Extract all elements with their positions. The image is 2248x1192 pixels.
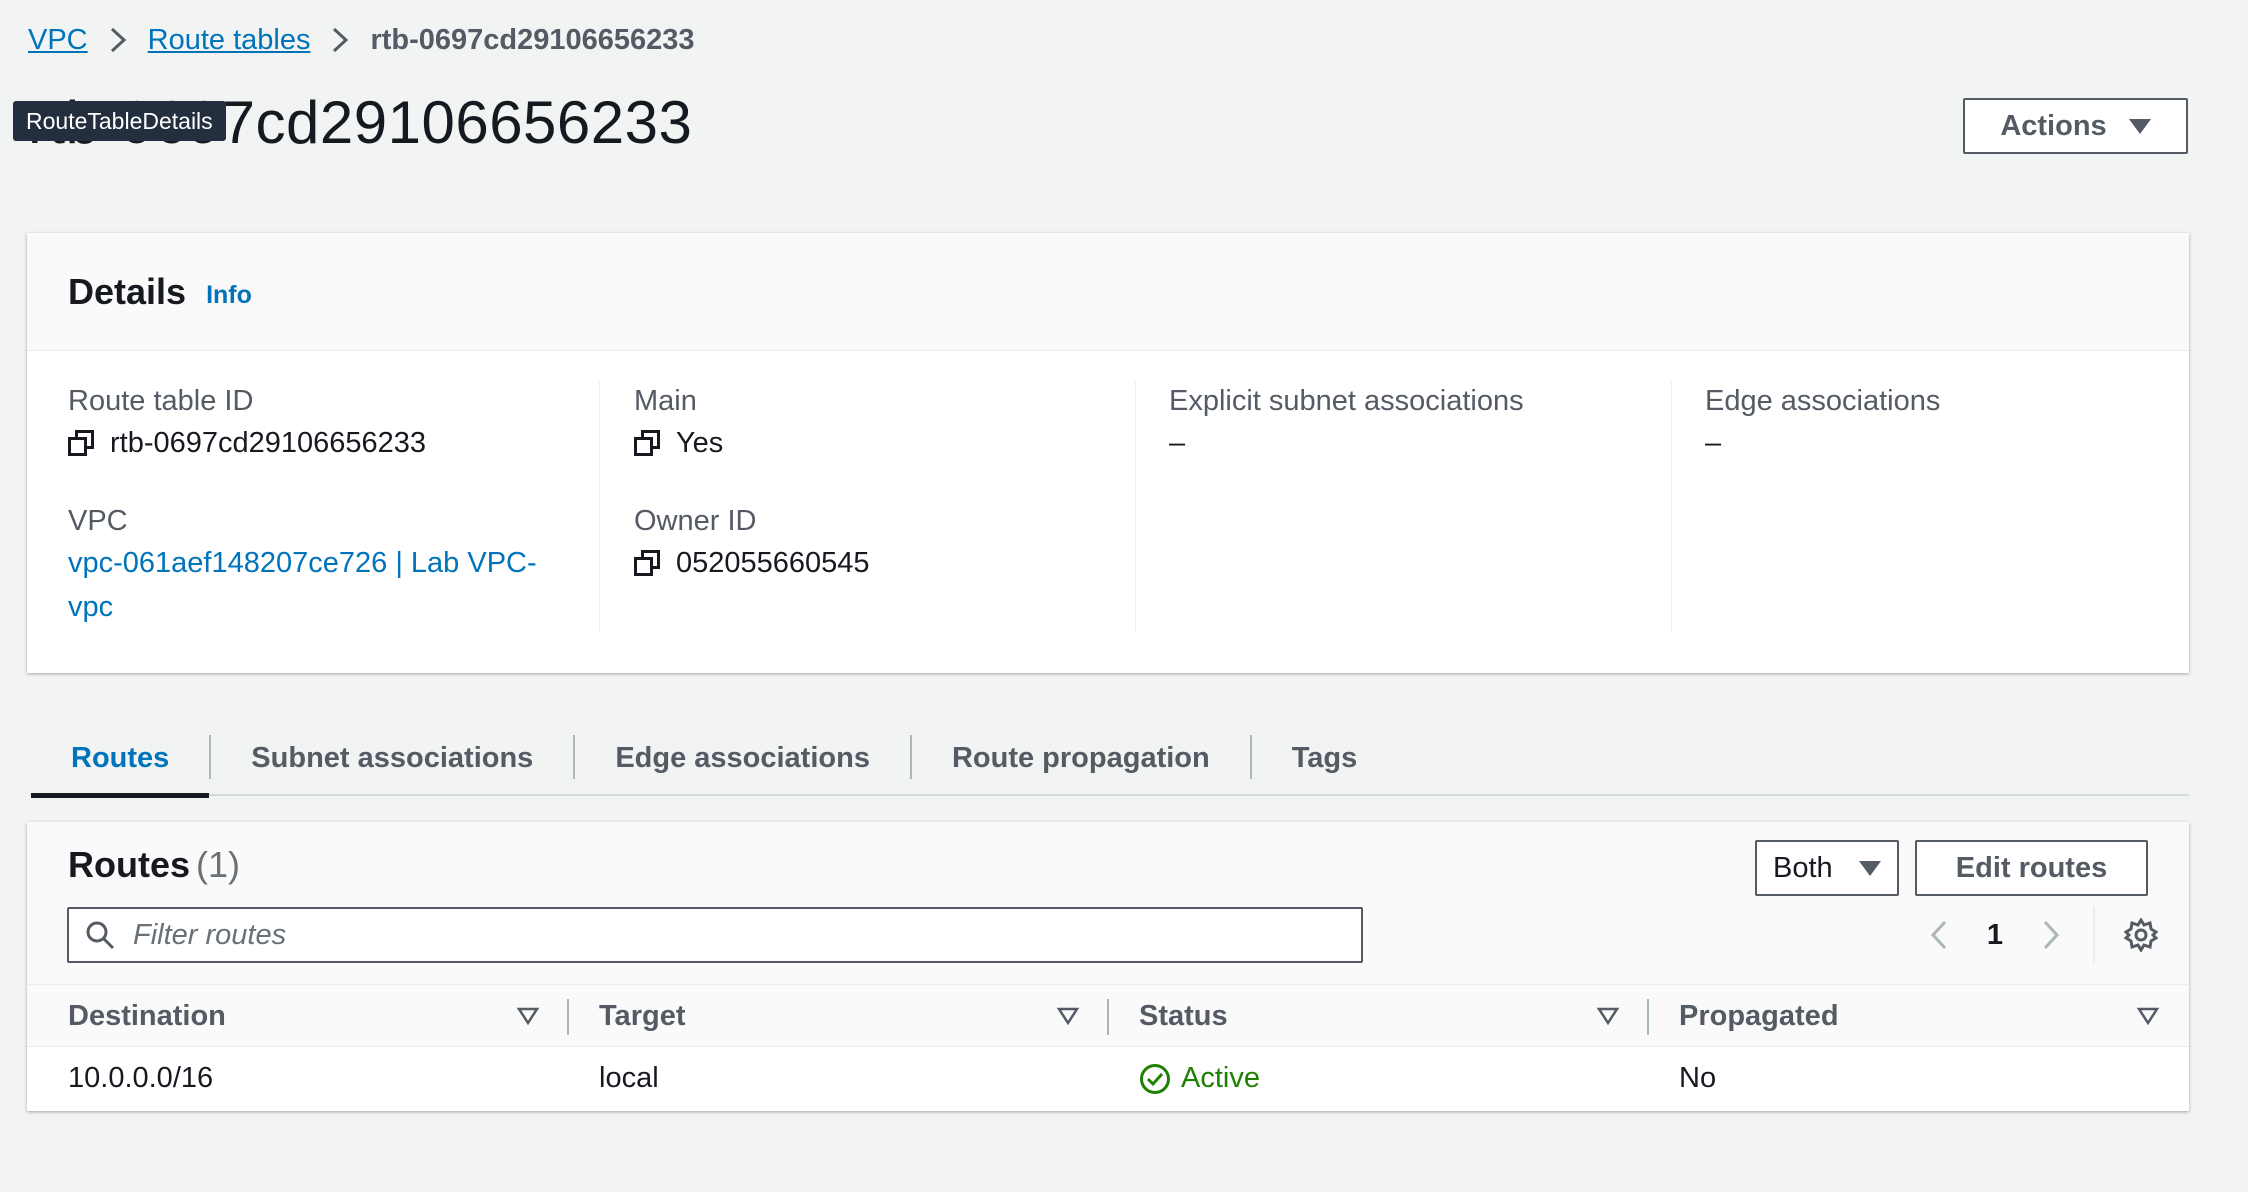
tooltip: RouteTableDetails [13, 101, 226, 141]
cell-destination: 10.0.0.0/16 [68, 1062, 214, 1094]
explicit-subnet-value: – [1169, 426, 1186, 459]
details-heading: Details [68, 270, 187, 312]
copy-icon[interactable] [68, 430, 94, 456]
tab-subnet-associations[interactable]: Subnet associations [211, 720, 573, 796]
cell-status: Active [1139, 1047, 1260, 1110]
route-table-id-label: Route table ID [68, 385, 254, 417]
gear-icon [2124, 918, 2158, 952]
filter-routes-field[interactable] [67, 907, 1363, 963]
vpc-link-line1: vpc-061aef148207ce726 | Lab VPC- [68, 547, 537, 579]
column-status[interactable]: Status [1139, 985, 1228, 1047]
vpc-link[interactable]: vpc-061aef148207ce726 | Lab VPC- vpc [68, 541, 568, 629]
owner-id-label: Owner ID [634, 505, 757, 537]
tab-tags[interactable]: Tags [1252, 720, 1398, 796]
edge-associations-value: – [1705, 426, 1722, 459]
routes-title: Routes [68, 844, 191, 885]
cell-propagated: No [1679, 1062, 1717, 1094]
vpc-link-line2: vpc [68, 591, 114, 623]
main-field: Yes [634, 421, 1135, 465]
preferences-button[interactable] [2113, 907, 2169, 963]
details-header: Details Info [27, 233, 2189, 351]
routes-table-header: Destination Target Status Propagated [27, 985, 2189, 1047]
sort-icon[interactable] [1596, 1004, 1620, 1028]
tab-edge-associations[interactable]: Edge associations [575, 720, 910, 796]
check-circle-icon [1140, 1063, 1170, 1094]
table-row[interactable]: 10.0.0.0/16 local Active No [27, 1047, 2189, 1110]
caret-down-icon [1858, 860, 1881, 876]
edge-associations-label: Edge associations [1705, 385, 1941, 417]
status-value: Active [1181, 1062, 1260, 1094]
chevron-right-icon [88, 26, 148, 54]
chevron-right-icon [310, 26, 370, 54]
column-divider[interactable] [1647, 999, 1649, 1035]
info-link[interactable]: Info [206, 281, 252, 310]
vpc-label: VPC [68, 505, 128, 537]
main-label: Main [634, 385, 697, 417]
chevron-right-icon [2043, 920, 2060, 950]
actions-button-label: Actions [2000, 109, 2107, 142]
column-propagated[interactable]: Propagated [1679, 985, 1839, 1047]
copy-icon[interactable] [634, 430, 660, 456]
details-column-1: Route table ID rtb-0697cd29106656233 VPC… [68, 381, 568, 631]
details-panel: Details Info Route table ID rtb-0697cd29… [27, 233, 2189, 673]
tab-route-propagation[interactable]: Route propagation [912, 720, 1250, 796]
details-columns: Route table ID rtb-0697cd29106656233 VPC… [27, 381, 2189, 631]
filter-routes-input[interactable] [133, 918, 1333, 952]
actions-button[interactable]: Actions [1963, 98, 2188, 154]
next-page-button[interactable] [2023, 907, 2079, 963]
caret-down-icon [2128, 118, 2151, 134]
route-filter-select-value: Both [1773, 851, 1833, 884]
breadcrumb-vpc-link[interactable]: VPC [28, 24, 88, 57]
edit-routes-button[interactable]: Edit routes [1915, 840, 2148, 896]
sort-icon[interactable] [2136, 1004, 2160, 1028]
previous-page-button[interactable] [1911, 907, 1967, 963]
route-table-id-value: rtb-0697cd29106656233 [110, 426, 427, 459]
route-table-id-field: rtb-0697cd29106656233 [68, 421, 568, 465]
tab-bar: Routes Subnet associations Edge associat… [31, 720, 2189, 798]
column-target[interactable]: Target [599, 985, 685, 1047]
tab-routes[interactable]: Routes [31, 720, 210, 798]
routes-heading: Routes (1) [68, 844, 240, 886]
explicit-subnet-label: Explicit subnet associations [1169, 385, 1524, 417]
details-column-3: Explicit subnet associations – [1135, 381, 1671, 631]
breadcrumb-current: rtb-0697cd29106656233 [370, 23, 695, 56]
routes-panel: Routes(1) Both Edit routes 1 [27, 822, 2189, 1111]
search-icon [86, 921, 115, 950]
column-divider[interactable] [567, 999, 569, 1035]
owner-id-field: 052055660545 [634, 541, 1135, 585]
page-number[interactable]: 1 [1967, 919, 2023, 952]
main-value: Yes [676, 426, 724, 459]
breadcrumb-route-tables-link[interactable]: Route tables [148, 24, 311, 57]
column-divider[interactable] [1107, 999, 1109, 1035]
copy-icon[interactable] [634, 550, 660, 576]
chevron-left-icon [1930, 920, 1947, 950]
pager-divider [2093, 907, 2095, 963]
routes-count: (1) [196, 844, 241, 885]
route-filter-select[interactable]: Both [1755, 840, 1899, 896]
owner-id-value: 052055660545 [676, 546, 870, 579]
sort-icon[interactable] [516, 1004, 540, 1028]
details-column-2: Main Yes Owner ID 052055660545 [599, 381, 1135, 631]
sort-icon[interactable] [1056, 1004, 1080, 1028]
cell-target: local [599, 1062, 659, 1094]
breadcrumb: VPC Route tables rtb-0697cd29106656233 [28, 20, 695, 60]
details-column-4: Edge associations – [1671, 381, 2171, 631]
routes-header: Routes(1) Both Edit routes 1 [27, 822, 2189, 985]
pagination: 1 [1911, 907, 2169, 963]
column-destination[interactable]: Destination [68, 985, 226, 1047]
